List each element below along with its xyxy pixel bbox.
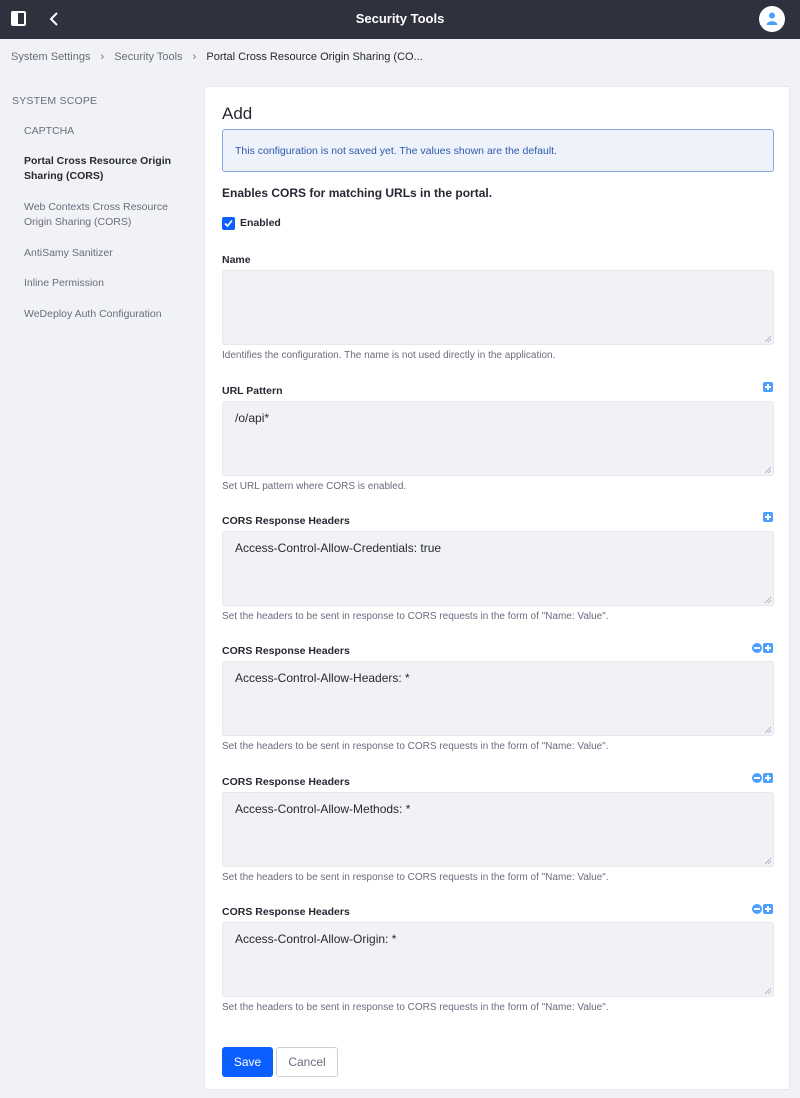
save-button[interactable]: Save [222,1047,273,1077]
cors-headers-help: Set the headers to be sent in response t… [222,741,609,752]
add-icon[interactable] [763,382,773,392]
sidebar-scope-label: SYSTEM SCOPE [12,95,98,107]
page-title: Security Tools [355,11,445,26]
sidebar-item-web-contexts-cors[interactable]: Web Contexts Cross Resource Origin Shari… [24,200,184,230]
cancel-button[interactable]: Cancel [276,1047,338,1077]
cors-headers-textarea[interactable]: Access-Control-Allow-Methods: * [222,792,774,867]
cors-headers-textarea[interactable]: Access-Control-Allow-Headers: * [222,661,774,736]
name-label: Name [222,254,251,266]
resize-grip-icon[interactable] [765,858,771,864]
resize-grip-icon[interactable] [765,597,771,603]
remove-icon[interactable] [752,643,762,653]
cors-headers-label: CORS Response Headers [222,906,350,918]
info-alert: This configuration is not saved yet. The… [222,129,774,172]
resize-grip-icon[interactable] [765,988,771,994]
cors-headers-label: CORS Response Headers [222,515,350,527]
name-help: Identifies the configuration. The name i… [222,350,556,361]
chevron-right-icon: › [192,51,197,64]
sidebar-item-portal-cors[interactable]: Portal Cross Resource Origin Sharing (CO… [24,154,184,184]
checkmark-icon [224,219,233,228]
sidebar-item-wedeploy-auth[interactable]: WeDeploy Auth Configuration [24,307,184,322]
cors-headers-label: CORS Response Headers [222,645,350,657]
add-icon[interactable] [763,904,773,914]
add-icon[interactable] [763,773,773,783]
enabled-checkbox[interactable] [222,217,235,230]
user-icon [766,12,778,25]
form-heading: Add [222,104,253,123]
configuration-form-card: Add This configuration is not saved yet.… [204,86,790,1090]
cors-headers-help: Set the headers to be sent in response t… [222,611,609,622]
cors-headers-help: Set the headers to be sent in response t… [222,872,609,883]
url-pattern-help: Set URL pattern where CORS is enabled. [222,481,407,492]
name-textarea[interactable] [222,270,774,345]
resize-grip-icon[interactable] [765,727,771,733]
enabled-label: Enabled [240,217,281,229]
remove-icon[interactable] [752,773,762,783]
user-avatar[interactable] [759,6,785,32]
add-icon[interactable] [763,643,773,653]
sidebar-item-antisamy[interactable]: AntiSamy Sanitizer [24,246,184,261]
breadcrumb-security-tools[interactable]: Security Tools [114,51,182,63]
cors-headers-textarea[interactable]: Access-Control-Allow-Origin: * [222,922,774,997]
sidebar-item-captcha[interactable]: CAPTCHA [24,124,184,139]
url-pattern-textarea[interactable]: /o/api* [222,401,774,476]
chevron-right-icon: › [100,51,105,64]
cors-headers-label: CORS Response Headers [222,776,350,788]
breadcrumb-current: Portal Cross Resource Origin Sharing (CO… [206,51,423,64]
cors-headers-textarea[interactable]: Access-Control-Allow-Credentials: true [222,531,774,606]
breadcrumb: System Settings › Security Tools › Porta… [11,51,423,63]
add-icon[interactable] [763,512,773,522]
breadcrumb-system-settings[interactable]: System Settings [11,51,90,63]
form-description: Enables CORS for matching URLs in the po… [222,186,493,200]
top-bar: Security Tools [0,0,800,39]
sidebar-item-inline-permission[interactable]: Inline Permission [24,276,184,291]
url-pattern-label: URL Pattern [222,385,283,397]
resize-grip-icon[interactable] [765,467,771,473]
resize-grip-icon[interactable] [765,336,771,342]
remove-icon[interactable] [752,904,762,914]
cors-headers-help: Set the headers to be sent in response t… [222,1002,609,1013]
